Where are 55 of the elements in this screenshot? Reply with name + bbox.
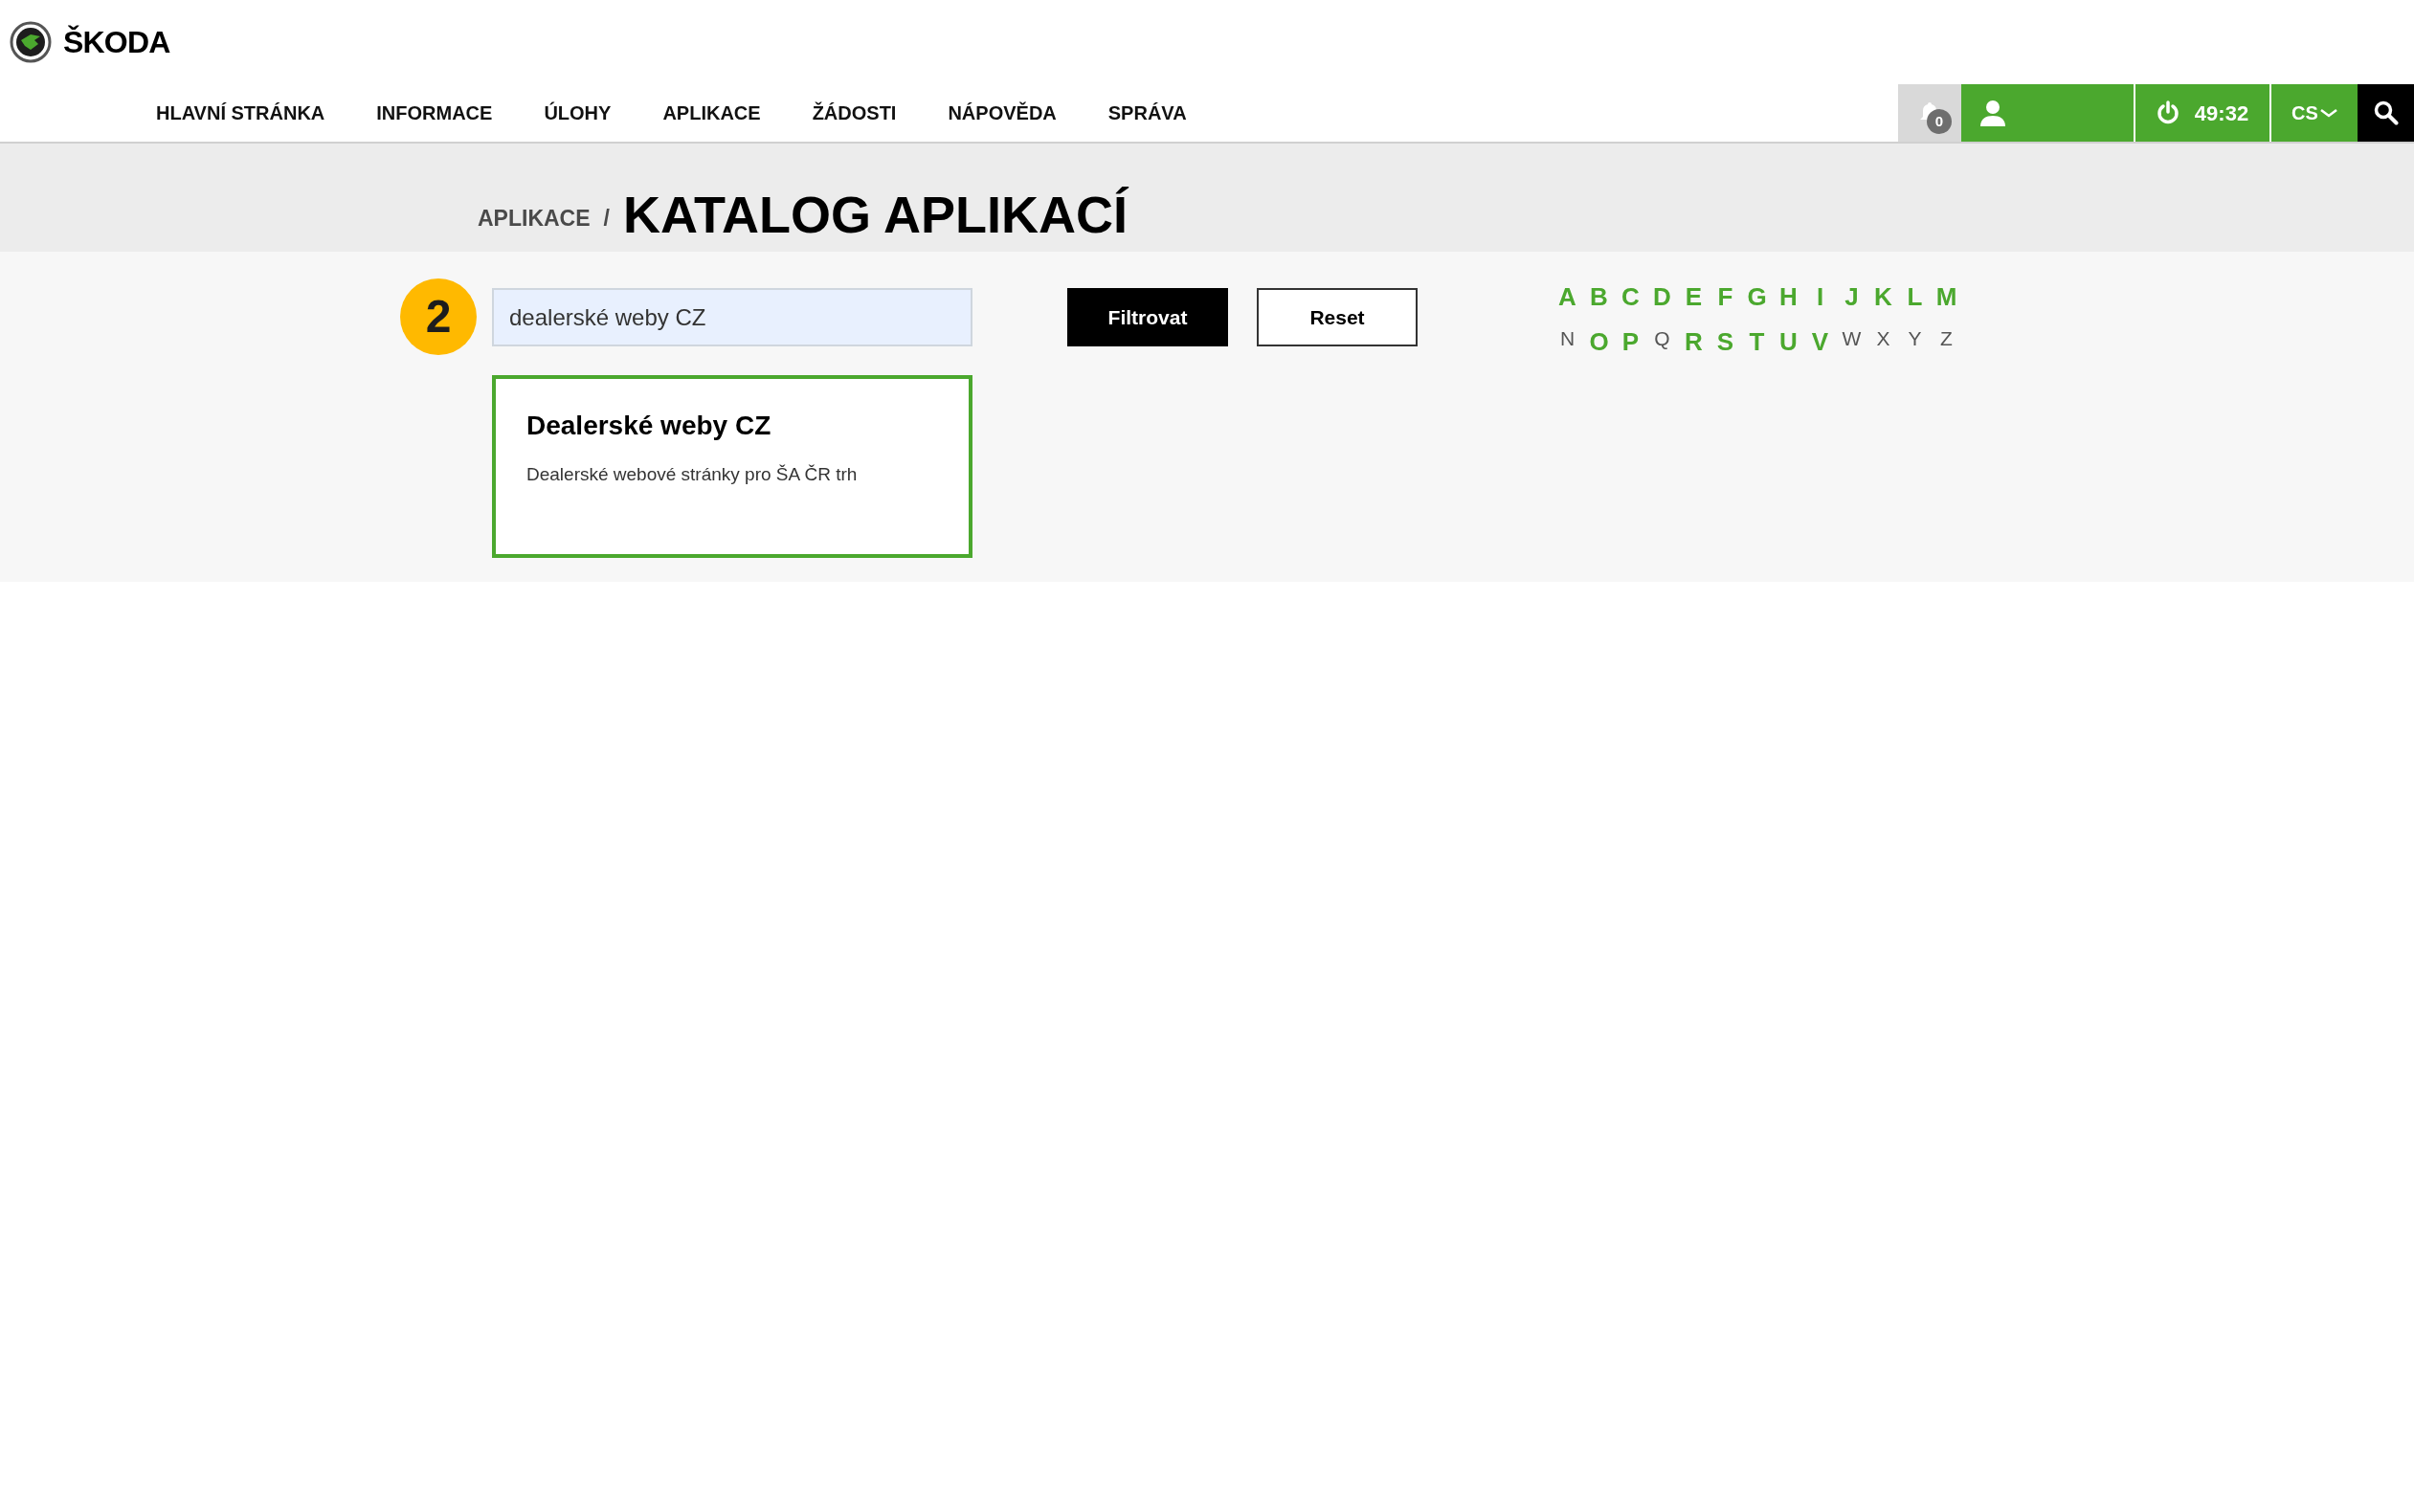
result-title: Dealerské weby CZ (526, 410, 772, 442)
nav-link[interactable]: ŽÁDOSTI (812, 99, 897, 127)
letter-link[interactable]: F (1710, 278, 1741, 316)
step-number: 2 (400, 278, 477, 355)
notifications-button[interactable]: 0 (1898, 84, 1961, 142)
logo-text: ŠKODA (63, 24, 170, 61)
user-icon (1978, 99, 2007, 127)
letter-link: Q (1653, 326, 1671, 351)
letter-link: W (1841, 326, 1863, 351)
letter-link[interactable]: S (1710, 323, 1741, 361)
user-button[interactable] (1961, 84, 2135, 142)
nav-link[interactable]: INFORMACE (376, 99, 493, 127)
session-timer[interactable]: 49:32 (2135, 84, 2271, 142)
letter-link[interactable]: A (1552, 278, 1583, 316)
nav-link[interactable]: NÁPOVĚDA (948, 99, 1057, 127)
letter-link[interactable]: H (1773, 278, 1804, 316)
letter-link: X (1875, 326, 1891, 351)
letter-link[interactable]: R (1678, 323, 1710, 361)
language-select[interactable]: CS (2271, 84, 2358, 142)
letter-link[interactable]: V (1804, 323, 1836, 361)
nav-link[interactable]: APLIKACE (662, 99, 761, 127)
search-icon (2373, 100, 2399, 125)
reset-button[interactable]: Reset (1257, 288, 1418, 346)
letter-link: N (1558, 326, 1576, 351)
letter-link[interactable]: M (1931, 278, 1962, 316)
result-description: Dealerské webové stránky pro ŠA ČR trh (526, 463, 859, 486)
logo-icon (10, 21, 52, 63)
nav-link[interactable]: SPRÁVA (1107, 99, 1187, 127)
letter-link[interactable]: O (1583, 323, 1615, 361)
result-card[interactable]: Dealerské weby CZ Dealerské webové stránky pro ŠA ČR trh (492, 375, 972, 558)
letter-link[interactable]: E (1678, 278, 1710, 316)
search-button[interactable] (2358, 84, 2414, 142)
nav-link[interactable]: ÚLOHY (544, 99, 612, 127)
chevron-icon (2319, 108, 2337, 118)
notification-count: 0 (1927, 109, 1952, 134)
letter-link[interactable]: T (1741, 323, 1773, 361)
search-field[interactable]: dealerské weby CZ (492, 288, 972, 346)
letter-link[interactable]: P (1615, 323, 1646, 361)
letter-link[interactable]: K (1867, 278, 1899, 316)
letter-link[interactable]: C (1615, 278, 1646, 316)
letter-link: Y (1907, 326, 1923, 351)
letter-link[interactable]: D (1646, 278, 1678, 316)
letter-link[interactable]: B (1583, 278, 1615, 316)
letter-link[interactable]: J (1836, 278, 1867, 316)
breadcrumb-link[interactable]: APLIKACE (478, 201, 591, 234)
filter-button[interactable]: Filtrovat (1067, 288, 1228, 346)
letter-link[interactable]: L (1899, 278, 1931, 316)
letter-link[interactable]: I (1804, 278, 1836, 316)
breadcrumb-separator: / (603, 204, 610, 233)
letter-link: Z (1939, 326, 1954, 351)
letter-link[interactable]: U (1773, 323, 1804, 361)
letter-link[interactable]: G (1741, 278, 1773, 316)
nav-link[interactable]: HLAVNÍ STRÁNKA (156, 99, 325, 127)
page-title: KATALOG APLIKACÍ (622, 189, 1128, 240)
power-icon (2156, 100, 2179, 125)
